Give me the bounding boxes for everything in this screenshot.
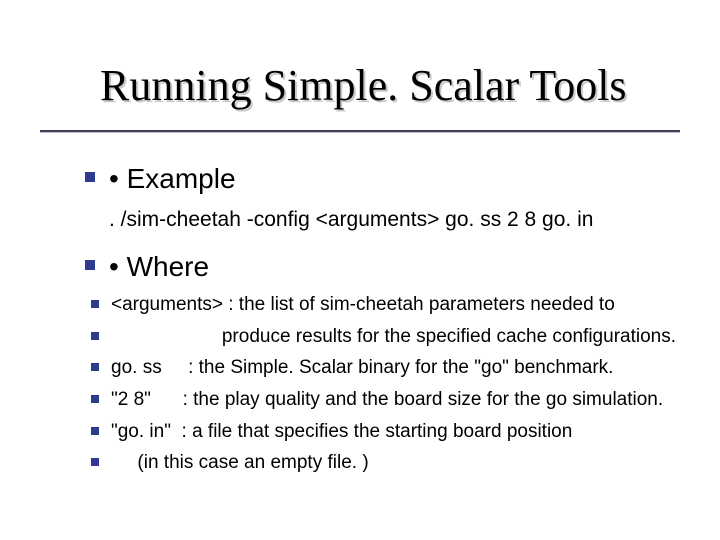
square-bullet-icon	[85, 260, 95, 270]
where-heading-row: • Where	[85, 248, 685, 286]
square-bullet-icon	[91, 395, 99, 403]
title-underline	[40, 130, 680, 133]
example-command: . /sim-cheetah -config <arguments> go. s…	[109, 206, 685, 234]
where-line: "go. in" : a file that specifies the sta…	[111, 419, 572, 445]
slide-body: • Example . /sim-cheetah -config <argume…	[85, 160, 685, 482]
where-line-row: produce results for the specified cache …	[85, 324, 685, 350]
where-line: "2 8" : the play quality and the board s…	[111, 387, 663, 413]
square-bullet-icon	[91, 458, 99, 466]
square-bullet-icon	[91, 332, 99, 340]
slide: Running Simple. Scalar Tools Running Sim…	[0, 0, 720, 540]
where-line-row: <arguments> : the list of sim-cheetah pa…	[85, 292, 685, 318]
square-bullet-icon	[85, 172, 95, 182]
where-line: produce results for the specified cache …	[111, 324, 676, 350]
square-bullet-icon	[91, 427, 99, 435]
where-line-row: "go. in" : a file that specifies the sta…	[85, 419, 685, 445]
example-heading: • Example	[109, 160, 236, 198]
where-line-row: go. ss : the Simple. Scalar binary for t…	[85, 355, 685, 381]
where-line: <arguments> : the list of sim-cheetah pa…	[111, 292, 615, 318]
square-bullet-icon	[91, 363, 99, 371]
where-heading: • Where	[109, 248, 209, 286]
example-heading-row: • Example	[85, 160, 685, 198]
square-bullet-icon	[91, 300, 99, 308]
where-line: (in this case an empty file. )	[111, 450, 369, 476]
slide-title: Running Simple. Scalar Tools	[100, 60, 627, 111]
where-line-row: (in this case an empty file. )	[85, 450, 685, 476]
where-line-row: "2 8" : the play quality and the board s…	[85, 387, 685, 413]
where-line: go. ss : the Simple. Scalar binary for t…	[111, 355, 613, 381]
